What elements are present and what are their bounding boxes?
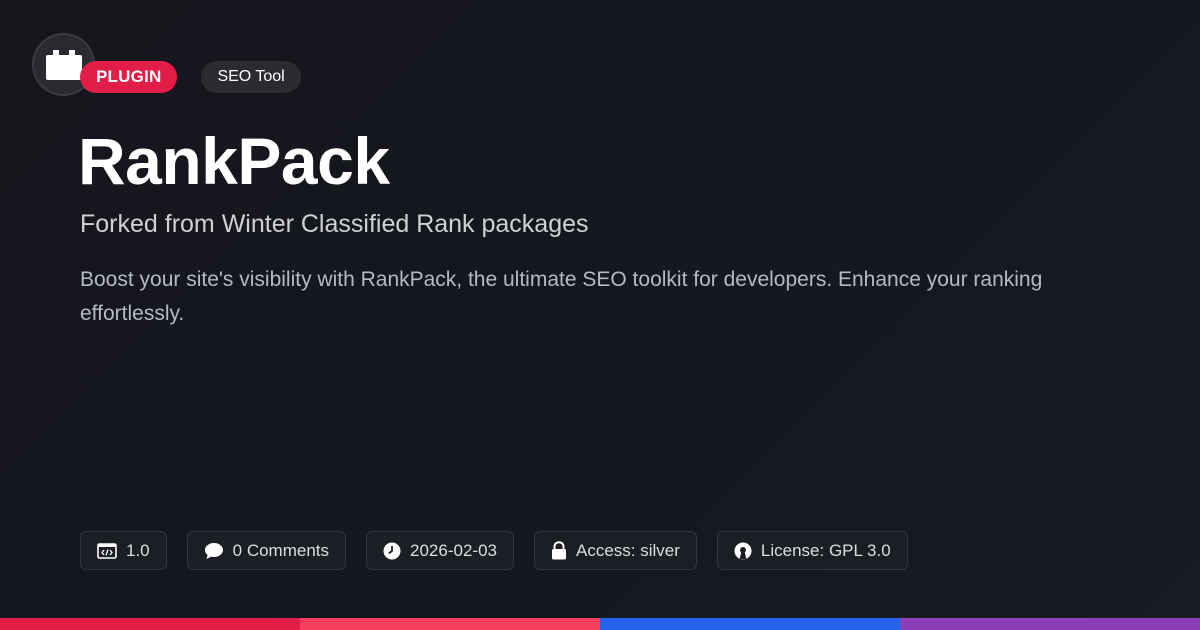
access-value: Access: silver xyxy=(575,540,680,560)
plugin-badge: PLUGIN xyxy=(80,61,178,93)
accent-bar-segment xyxy=(300,618,600,630)
accent-bar-segment xyxy=(600,618,900,630)
page-description: Boost your site's visibility with RankPa… xyxy=(80,268,1043,325)
accent-bar-segment xyxy=(900,618,1200,630)
speech-bubble-icon xyxy=(204,542,223,559)
comments-count: 0 Comments xyxy=(232,540,330,560)
lock-icon xyxy=(551,541,566,560)
meta-row: 1.0 0 Comments 2026-02-03 Access: silver… xyxy=(80,531,908,570)
open-source-icon xyxy=(734,542,752,559)
page-subtitle: Forked from Winter Classified Rank packa… xyxy=(80,210,589,238)
clock-icon xyxy=(383,542,401,559)
category-badge[interactable]: SEO Tool xyxy=(201,61,301,93)
color-accent-bar xyxy=(0,618,1200,630)
date-value: 2026-02-03 xyxy=(410,540,497,560)
date-chip: 2026-02-03 xyxy=(366,531,514,570)
accent-bar-segment xyxy=(0,618,300,630)
version-chip: 1.0 xyxy=(80,531,167,570)
license-chip: License: GPL 3.0 xyxy=(716,531,908,570)
access-chip: Access: silver xyxy=(533,531,697,570)
comments-chip[interactable]: 0 Comments xyxy=(186,531,347,570)
license-value: License: GPL 3.0 xyxy=(760,540,891,560)
version-value: 1.0 xyxy=(126,540,150,560)
badge-row: PLUGIN SEO Tool xyxy=(80,61,301,93)
code-window-icon xyxy=(97,542,117,559)
page-title: RankPack xyxy=(78,124,390,198)
